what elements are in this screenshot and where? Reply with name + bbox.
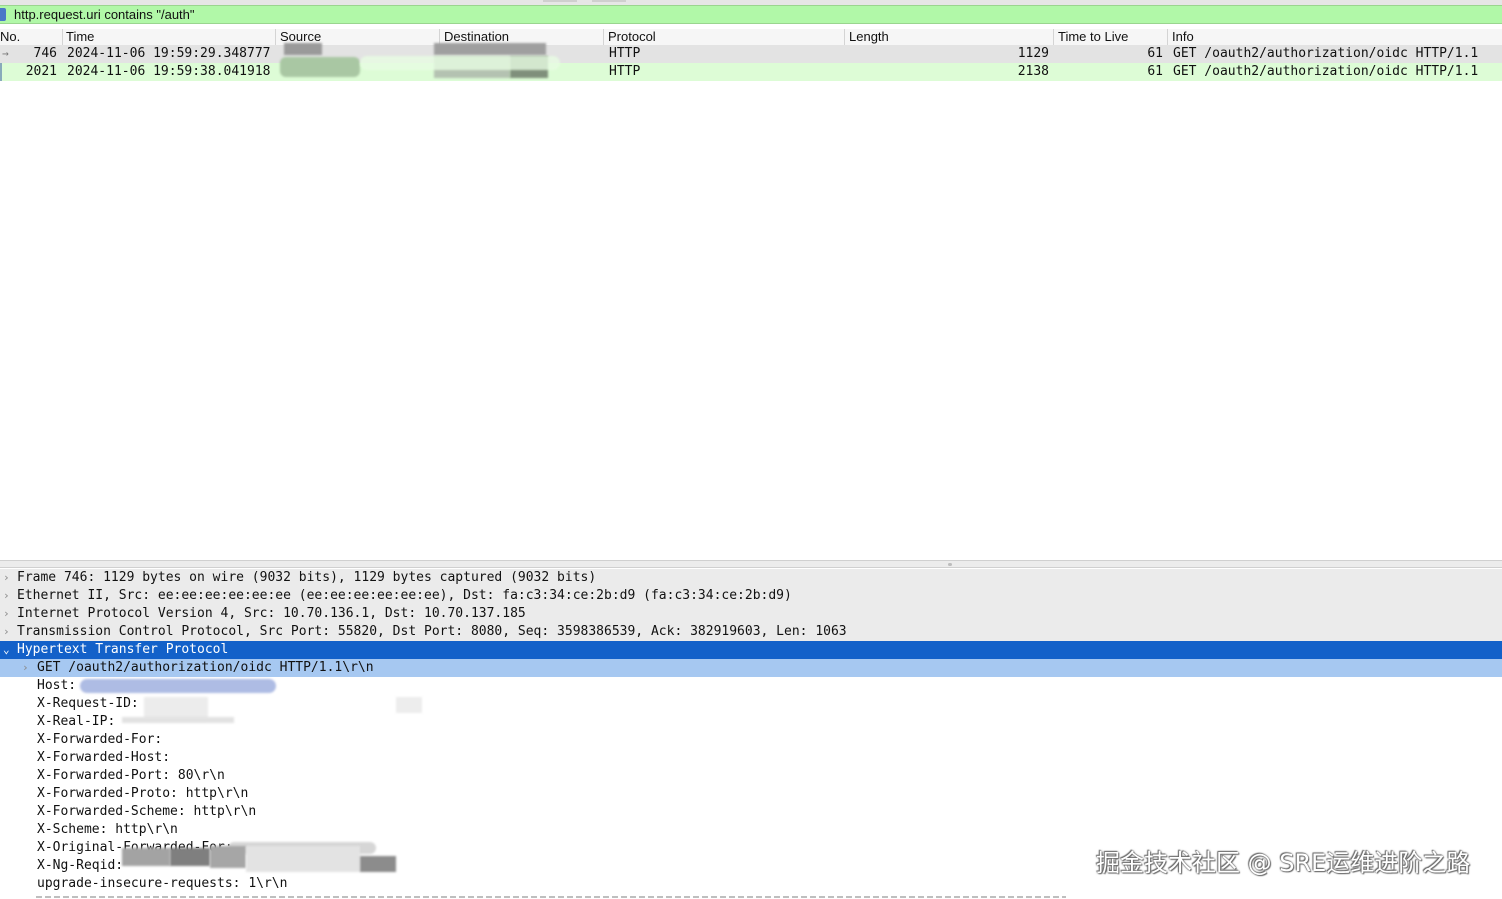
- column-header-info[interactable]: Info: [1172, 29, 1194, 45]
- packet-protocol: HTTP: [609, 46, 641, 61]
- packet-info: GET /oauth2/authorization/oidc HTTP/1.1: [1173, 46, 1479, 61]
- http-field-label: X-Forwarded-Proto: http\r\n: [37, 786, 249, 801]
- redaction-request-id: [396, 697, 422, 713]
- chevron-down-icon[interactable]: ⌄: [3, 641, 10, 659]
- display-filter-bar: [0, 5, 1502, 24]
- redaction-real-ip: [122, 717, 234, 723]
- http-field-label: X-Forwarded-Host:: [37, 750, 171, 765]
- packet-info: GET /oauth2/authorization/oidc HTTP/1.1: [1173, 64, 1479, 79]
- packet-length: 2138: [1017, 64, 1049, 79]
- pane-splitter[interactable]: [0, 560, 1502, 568]
- chevron-right-icon[interactable]: ›: [3, 587, 10, 605]
- packet-no: 746: [33, 46, 57, 61]
- bookmark-icon[interactable]: [0, 8, 6, 21]
- http-field-label: X-Ng-Reqid:: [37, 858, 124, 873]
- packet-length: 1129: [1017, 46, 1049, 61]
- http-field[interactable]: X-Request-ID:: [0, 695, 1502, 713]
- toolbar-tab-edge: [592, 0, 626, 2]
- arrow-right-icon: →: [2, 47, 9, 60]
- http-field-label: X-Request-ID:: [37, 696, 139, 711]
- redaction-destination: [360, 56, 560, 70]
- http-field-label: X-Forwarded-Scheme: http\r\n: [37, 804, 257, 819]
- redaction-ng-reqid: [210, 846, 246, 868]
- tree-item-ethernet[interactable]: › Ethernet II, Src: ee:ee:ee:ee:ee:ee (e…: [0, 587, 1502, 605]
- splitter-handle[interactable]: [948, 563, 952, 566]
- tree-item-frame[interactable]: › Frame 746: 1129 bytes on wire (9032 bi…: [0, 569, 1502, 587]
- toolbar-tab-edge: [543, 0, 577, 2]
- chevron-right-icon[interactable]: ›: [3, 605, 10, 623]
- packet-time: 2024-11-06 19:59:38.041918: [67, 64, 271, 79]
- column-header-ttl[interactable]: Time to Live: [1058, 29, 1128, 45]
- column-header-protocol[interactable]: Protocol: [608, 29, 656, 45]
- http-field-label: X-Forwarded-For:: [37, 732, 163, 747]
- column-header-length[interactable]: Length: [849, 29, 889, 45]
- column-header-time[interactable]: Time: [66, 29, 94, 45]
- tree-item-request-line[interactable]: › GET /oauth2/authorization/oidc HTTP/1.…: [0, 659, 1502, 677]
- tree-item-label: Ethernet II, Src: ee:ee:ee:ee:ee:ee (ee:…: [17, 588, 792, 603]
- tree-item-label: Hypertext Transfer Protocol: [17, 642, 229, 657]
- http-field[interactable]: X-Forwarded-Port: 80\r\n: [0, 767, 1502, 785]
- http-field[interactable]: X-Forwarded-Scheme: http\r\n: [0, 803, 1502, 821]
- http-field[interactable]: X-Forwarded-Proto: http\r\n: [0, 785, 1502, 803]
- redaction-destination: [434, 43, 546, 55]
- redaction-source: [280, 57, 360, 77]
- tree-item-label: Frame 746: 1129 bytes on wire (9032 bits…: [17, 570, 597, 585]
- packet-list-header: No. Time Source Destination Protocol Len…: [0, 29, 1502, 46]
- packet-row[interactable]: → 746 2024-11-06 19:59:29.348777 HTTP 11…: [0, 45, 1502, 63]
- display-filter-input[interactable]: [14, 7, 1414, 23]
- redaction-ng-reqid: [360, 856, 396, 872]
- chevron-right-icon[interactable]: ›: [3, 569, 10, 587]
- packet-time: 2024-11-06 19:59:29.348777: [67, 46, 271, 61]
- packet-protocol: HTTP: [609, 64, 641, 79]
- http-field-label: Host:: [37, 678, 77, 693]
- cutoff-line: [36, 894, 1066, 899]
- http-field[interactable]: X-Scheme: http\r\n: [0, 821, 1502, 839]
- watermark: 掘金技术社区 @ SRE运维进阶之路: [1096, 849, 1471, 877]
- related-packet-marker: [0, 63, 2, 81]
- tree-item-http[interactable]: ⌄ Hypertext Transfer Protocol: [0, 641, 1502, 659]
- redaction-source: [284, 43, 322, 55]
- chevron-right-icon[interactable]: ›: [22, 659, 29, 677]
- packet-row[interactable]: 2021 2024-11-06 19:59:38.041918 HTTP 213…: [0, 63, 1502, 81]
- chevron-right-icon[interactable]: ›: [3, 623, 10, 641]
- http-field[interactable]: X-Forwarded-Host:: [0, 749, 1502, 767]
- redaction-ng-reqid: [122, 848, 170, 866]
- http-field-label: X-Real-IP:: [37, 714, 116, 729]
- packet-no: 2021: [25, 64, 57, 79]
- http-field-label: upgrade-insecure-requests: 1\r\n: [37, 876, 288, 891]
- column-header-no[interactable]: No.: [0, 29, 20, 45]
- tree-item-label: Transmission Control Protocol, Src Port:…: [17, 624, 847, 639]
- packet-ttl: 61: [1147, 64, 1163, 79]
- redaction-ng-reqid: [170, 848, 210, 866]
- http-field-label: X-Scheme: http\r\n: [37, 822, 178, 837]
- redaction-host: [80, 679, 276, 693]
- http-field[interactable]: X-Forwarded-For:: [0, 731, 1502, 749]
- tree-item-label: Internet Protocol Version 4, Src: 10.70.…: [17, 606, 526, 621]
- packet-ttl: 61: [1147, 46, 1163, 61]
- redaction-ng-reqid: [246, 846, 360, 872]
- tree-item-ipv4[interactable]: › Internet Protocol Version 4, Src: 10.7…: [0, 605, 1502, 623]
- tree-item-tcp[interactable]: › Transmission Control Protocol, Src Por…: [0, 623, 1502, 641]
- tree-item-label: GET /oauth2/authorization/oidc HTTP/1.1\…: [37, 660, 374, 675]
- http-field-label: X-Forwarded-Port: 80\r\n: [37, 768, 225, 783]
